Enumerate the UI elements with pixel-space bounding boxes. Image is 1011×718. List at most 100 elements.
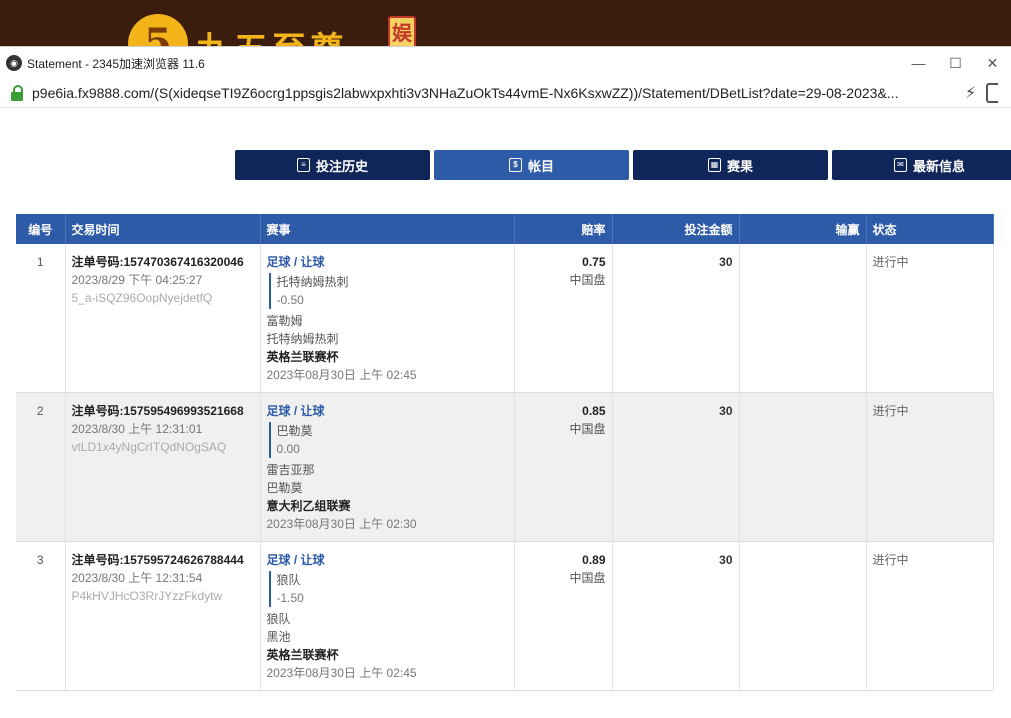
window-titlebar[interactable]: ◉ Statement - 2345加速浏览器 11.6 — ☐ ✕ xyxy=(0,47,1011,79)
browser-popup-window: ◉ Statement - 2345加速浏览器 11.6 — ☐ ✕ p9e6i… xyxy=(0,46,1011,718)
transaction-code: P4kHVJHcO3RrJYzzFkdytw xyxy=(71,589,223,603)
ticket-number: 注单号码:157470367416320046 xyxy=(71,255,244,269)
tab-label: 投注历史 xyxy=(315,158,368,174)
stake-amount: 30 xyxy=(612,392,740,542)
transaction-code: 5_a-iSQZ96OopNyejdetfQ xyxy=(71,291,213,305)
window-controls: — ☐ ✕ xyxy=(900,47,1011,79)
nav-tabs: ≡ 投注历史 $ 帐目 ▦ 赛果 ✉ 最新信息 xyxy=(235,150,1011,180)
away-team: 托特纳姆热刺 xyxy=(266,332,339,346)
window-title: Statement - 2345加速浏览器 11.6 xyxy=(27,56,205,71)
header-odds: 赔率 xyxy=(514,214,613,244)
close-button[interactable]: ✕ xyxy=(974,47,1011,79)
odds-value: 0.89 xyxy=(582,553,606,567)
site-logo-text: 九五至尊 xyxy=(196,22,348,46)
event-cell: 足球 / 让球 狼队 -1.50 狼队 黑池 英格兰联赛杯 2023年08月30… xyxy=(260,541,515,691)
home-team: 雷吉亚那 xyxy=(266,463,315,477)
event-cell: 足球 / 让球 巴勒莫 0.00 雷吉亚那 巴勒莫 意大利乙组联赛 2023年0… xyxy=(260,392,515,542)
transaction-cell: 注单号码:157595496993521668 2023/8/30 上午 12:… xyxy=(65,392,261,542)
odds-value: 0.75 xyxy=(582,255,606,269)
event-cell: 足球 / 让球 托特纳姆热刺 -0.50 富勒姆 托特纳姆热刺 英格兰联赛杯 2… xyxy=(260,244,515,393)
table-header-row: 编号 交易时间 赛事 赔率 投注金额 输赢 状态 xyxy=(16,214,994,244)
transaction-code: vtLD1x4yNgCrITQdNOgSAQ xyxy=(71,440,227,454)
header-stake: 投注金额 xyxy=(612,214,740,244)
match-time: 2023年08月30日 上午 02:45 xyxy=(266,368,417,382)
selection-block: 狼队 -1.50 xyxy=(268,571,508,607)
tab-label: 帐目 xyxy=(527,158,554,174)
selection-block: 托特纳姆热刺 -0.50 xyxy=(268,273,508,309)
league-name: 意大利乙组联赛 xyxy=(266,499,351,513)
away-team: 巴勒莫 xyxy=(266,481,303,495)
lock-icon[interactable] xyxy=(10,85,24,101)
odds-cell: 0.89 中国盘 xyxy=(514,541,613,691)
away-team: 黑池 xyxy=(266,630,291,644)
ticket-number: 注单号码:157595724626788444 xyxy=(71,553,244,567)
odds-type: 中国盘 xyxy=(569,422,606,436)
maximize-button[interactable]: ☐ xyxy=(937,47,974,79)
tab-label: 最新信息 xyxy=(912,158,965,174)
bet-type: 足球 / 让球 xyxy=(266,255,325,269)
browser-app-icon: ◉ xyxy=(6,55,22,71)
tab-bet-history[interactable]: ≡ 投注历史 xyxy=(235,150,430,180)
odds-cell: 0.85 中国盘 xyxy=(514,392,613,542)
header-event: 赛事 xyxy=(260,214,515,244)
tab-results[interactable]: ▦ 赛果 xyxy=(633,150,828,180)
handicap-value: -0.50 xyxy=(276,293,304,307)
extension-icon[interactable] xyxy=(986,83,999,103)
header-status: 状态 xyxy=(866,214,994,244)
table-row: 2 注单号码:157595496993521668 2023/8/30 上午 1… xyxy=(16,392,994,542)
bet-type: 足球 / 让球 xyxy=(266,553,325,567)
home-team: 富勒姆 xyxy=(266,314,303,328)
odds-value: 0.85 xyxy=(582,404,606,418)
transaction-time: 2023/8/30 上午 12:31:54 xyxy=(71,571,203,585)
minimize-button[interactable]: — xyxy=(900,47,937,79)
stake-amount: 30 xyxy=(612,244,740,393)
status-text: 进行中 xyxy=(866,244,994,393)
odds-type: 中国盘 xyxy=(569,273,606,287)
league-name: 英格兰联赛杯 xyxy=(266,648,339,662)
ticket-number: 注单号码:157595496993521668 xyxy=(71,404,244,418)
address-bar[interactable]: p9e6ia.fx9888.com/(S(xideqseTI9Z6ocrg1pp… xyxy=(0,79,1011,108)
site-logo-tag: 娱 xyxy=(388,16,416,46)
handicap-value: -1.50 xyxy=(276,591,304,605)
selection-block: 巴勒莫 0.00 xyxy=(268,422,508,458)
tab-latest-info[interactable]: ✉ 最新信息 xyxy=(832,150,1011,180)
table-row: 3 注单号码:157595724626788444 2023/8/30 上午 1… xyxy=(16,541,994,691)
winloss-cell xyxy=(739,541,867,691)
lightning-icon[interactable]: ⚡ xyxy=(965,83,976,103)
tab-statement[interactable]: $ 帐目 xyxy=(434,150,629,180)
bet-type: 足球 / 让球 xyxy=(266,404,325,418)
stake-amount: 30 xyxy=(612,541,740,691)
bet-statement-table: 编号 交易时间 赛事 赔率 投注金额 输赢 状态 1 注单号码:15747036… xyxy=(16,214,994,691)
status-text: 进行中 xyxy=(866,392,994,542)
selection-team: 托特纳姆热刺 xyxy=(276,275,349,289)
mail-icon: ✉ xyxy=(893,158,907,172)
row-number: 2 xyxy=(16,392,66,542)
selection-team: 狼队 xyxy=(276,573,301,587)
odds-type: 中国盘 xyxy=(569,571,606,585)
winloss-cell xyxy=(739,392,867,542)
odds-cell: 0.75 中国盘 xyxy=(514,244,613,393)
league-name: 英格兰联赛杯 xyxy=(266,350,339,364)
winloss-cell xyxy=(739,244,867,393)
match-time: 2023年08月30日 上午 02:30 xyxy=(266,517,417,531)
transaction-time: 2023/8/30 上午 12:31:01 xyxy=(71,422,203,436)
selection-team: 巴勒莫 xyxy=(276,424,313,438)
match-time: 2023年08月30日 上午 02:45 xyxy=(266,666,417,680)
header-winloss: 输赢 xyxy=(739,214,867,244)
header-no: 编号 xyxy=(16,214,66,244)
transaction-cell: 注单号码:157595724626788444 2023/8/30 上午 12:… xyxy=(65,541,261,691)
background-site-banner: 5 九五至尊 娱 xyxy=(0,0,1011,46)
transaction-cell: 注单号码:157470367416320046 2023/8/29 下午 04:… xyxy=(65,244,261,393)
row-number: 1 xyxy=(16,244,66,393)
row-number: 3 xyxy=(16,541,66,691)
table-row: 1 注单号码:157470367416320046 2023/8/29 下午 0… xyxy=(16,244,994,393)
url-text[interactable]: p9e6ia.fx9888.com/(S(xideqseTI9Z6ocrg1pp… xyxy=(32,85,957,101)
home-team: 狼队 xyxy=(266,612,291,626)
tab-label: 赛果 xyxy=(726,158,753,174)
history-icon: ≡ xyxy=(296,158,310,172)
results-icon: ▦ xyxy=(707,158,721,172)
statement-page: ≡ 投注历史 $ 帐目 ▦ 赛果 ✉ 最新信息 编号 交易时间 赛事 赔率 投注… xyxy=(0,108,1011,718)
status-text: 进行中 xyxy=(866,541,994,691)
handicap-value: 0.00 xyxy=(276,442,300,456)
ledger-icon: $ xyxy=(508,158,522,172)
